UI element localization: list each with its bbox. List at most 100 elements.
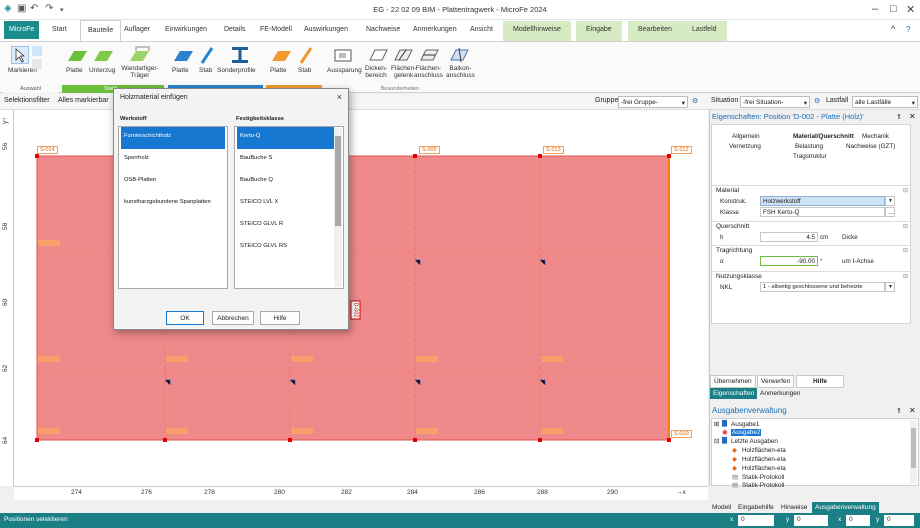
markieren-icon[interactable] bbox=[11, 46, 29, 64]
collapse-icon[interactable]: ⊟ bbox=[903, 187, 908, 194]
tab-eingabehilfe[interactable]: Eingabehilfe bbox=[735, 502, 777, 513]
flaechenanschluss-button[interactable]: Flächen-anschluss bbox=[414, 65, 443, 79]
selektionsfilter-value[interactable]: Alles markierbar bbox=[58, 97, 109, 104]
tree-item[interactable]: Holzflächen-eta bbox=[742, 456, 786, 463]
aussparung-icon[interactable] bbox=[333, 47, 353, 63]
tab-eingabe[interactable]: Eingabe bbox=[576, 21, 622, 41]
tab-lastfeld[interactable]: Lastfeld bbox=[682, 21, 727, 41]
lastfall-select[interactable]: alle Lastfälle ▾ bbox=[852, 96, 918, 108]
flaechenanschluss-icon[interactable] bbox=[419, 47, 439, 63]
scrollbar[interactable] bbox=[334, 128, 342, 287]
group-settings-icon[interactable]: ⚙ bbox=[692, 97, 698, 105]
list-item[interactable]: STEICO GLVL RS bbox=[237, 237, 334, 259]
scrollbar-thumb[interactable] bbox=[335, 136, 341, 226]
unterzug-icon[interactable] bbox=[92, 48, 114, 64]
section-material[interactable]: Material ⊟ bbox=[712, 185, 910, 195]
tab-start[interactable]: Start bbox=[52, 26, 67, 33]
situation-settings-icon[interactable]: ⚙ bbox=[814, 97, 820, 105]
chevron-down-icon[interactable]: ▼ bbox=[885, 196, 895, 206]
tab-modell[interactable]: Modell bbox=[709, 502, 734, 513]
maximize-icon[interactable]: □ bbox=[890, 3, 897, 15]
tab-auflager[interactable]: Auflager bbox=[124, 26, 150, 33]
list-item[interactable]: STEICO LVL X bbox=[237, 193, 334, 215]
platte-blue-button[interactable]: Platte bbox=[172, 67, 189, 74]
pin-icon[interactable]: ⇑ bbox=[896, 407, 902, 415]
dialog-close-icon[interactable]: × bbox=[337, 92, 342, 102]
situation-select[interactable]: -frei Situation- ▾ bbox=[740, 96, 810, 108]
support-label[interactable]: S-014 bbox=[37, 146, 58, 154]
flaechengelenk-button[interactable]: Flächen-gelenk bbox=[391, 65, 416, 79]
support-label[interactable]: S-013 bbox=[543, 146, 564, 154]
tab-bauteile[interactable]: Bauteile bbox=[80, 20, 122, 41]
cancel-button[interactable]: Abbrechen bbox=[212, 311, 254, 325]
select-small-icon-2[interactable] bbox=[32, 59, 42, 69]
minimize-icon[interactable]: – bbox=[872, 3, 878, 15]
tab-material-querschnitt[interactable]: Material/Querschnitt bbox=[793, 133, 854, 140]
list-item[interactable]: Sperrholz bbox=[121, 149, 225, 171]
scrollbar-thumb[interactable] bbox=[911, 428, 916, 468]
tab-hinweise[interactable]: Hinweise bbox=[778, 502, 810, 513]
stab-blue-icon[interactable] bbox=[199, 46, 215, 66]
section-querschnitt[interactable]: Querschnitt ⊟ bbox=[712, 221, 910, 231]
select-small-icon[interactable] bbox=[32, 46, 42, 56]
section-tragrichtung[interactable]: Tragrichtung ⊟ bbox=[712, 245, 910, 255]
tree-item[interactable]: Ausgabe1 bbox=[731, 421, 759, 428]
platte-orange-button[interactable]: Platte bbox=[270, 67, 287, 74]
section-nutzungsklasse[interactable]: Nutzungsklasse ⊟ bbox=[712, 271, 910, 281]
list-item[interactable]: STEICO GLVL R bbox=[237, 215, 334, 237]
dickenbereich-icon[interactable] bbox=[368, 47, 388, 63]
support-label[interactable]: S-012 bbox=[671, 146, 692, 154]
festigkeitsklasse-list[interactable]: Kerto-Q BauBuche S BauBuche Q STEICO LVL… bbox=[234, 126, 344, 289]
balkonanschluss-button[interactable]: Balkon-anschluss bbox=[446, 65, 475, 79]
x-coord-field[interactable]: 0 bbox=[738, 515, 774, 526]
tab-bearbeiten[interactable]: Bearbeiten bbox=[628, 21, 682, 41]
list-item[interactable]: Furnierschichtholz bbox=[121, 127, 225, 149]
aussparung-button[interactable]: Aussparung bbox=[327, 67, 362, 74]
tab-modellhinweise[interactable]: Modellhinweise bbox=[503, 21, 571, 41]
h-input[interactable]: 4.5 bbox=[760, 232, 818, 242]
list-item[interactable]: kunstharzgebundene Spanplatten bbox=[121, 193, 225, 215]
tab-details[interactable]: Details bbox=[224, 26, 245, 33]
close-panel-icon[interactable]: ✕ bbox=[909, 406, 916, 415]
close-icon[interactable]: ✕ bbox=[906, 3, 915, 16]
stab-orange-button[interactable]: Stab bbox=[298, 67, 311, 74]
tree-scrollbar[interactable] bbox=[910, 420, 917, 484]
y-coord-field[interactable]: 0 bbox=[794, 515, 828, 526]
collapse-icon[interactable]: ⊟ bbox=[903, 273, 908, 280]
tab-belastung[interactable]: Belastung bbox=[795, 143, 823, 150]
plate-label[interactable]: D-002 bbox=[350, 300, 361, 320]
collapse-icon[interactable]: ⊟ bbox=[903, 223, 908, 230]
tab-einwirkungen[interactable]: Einwirkungen bbox=[165, 26, 207, 33]
klasse-field[interactable]: FSH Kerto-Q bbox=[760, 207, 885, 217]
platte-orange-icon[interactable] bbox=[270, 48, 292, 64]
alpha-input[interactable]: -90.00 bbox=[760, 256, 818, 266]
tree-item-selected[interactable]: Ausgabe2 bbox=[731, 429, 762, 436]
tree-item[interactable]: Letzte Ausgaben bbox=[731, 438, 778, 445]
drawing-canvas[interactable]: S-014 S-005 S-013 S-012 S-010 D-002 bbox=[0, 110, 708, 486]
y2-coord-field[interactable]: 0 bbox=[884, 515, 914, 526]
werkstoff-list[interactable]: Furnierschichtholz Sperrholz OSB-Platten… bbox=[118, 126, 228, 289]
ellipsis-button[interactable]: … bbox=[885, 207, 895, 217]
tab-eigenschaften[interactable]: Eigenschaften bbox=[710, 388, 758, 399]
tab-anmerkungen[interactable]: Anmerkungen bbox=[413, 26, 457, 33]
tab-ausgabenverwaltung[interactable]: Ausgabenverwaltung bbox=[812, 502, 879, 513]
close-panel-icon[interactable]: ✕ bbox=[909, 112, 916, 121]
expand-icon[interactable]: ⊞ bbox=[714, 421, 719, 428]
tab-anmerkungen-panel[interactable]: Anmerkungen bbox=[757, 388, 803, 399]
tab-vernetzung[interactable]: Vernetzung bbox=[729, 143, 761, 150]
ok-button[interactable]: OK bbox=[166, 311, 204, 325]
tree-item[interactable]: Statik-Protokoll bbox=[742, 474, 784, 481]
tab-fe-modell[interactable]: FE-Modell bbox=[260, 26, 292, 33]
chevron-down-icon[interactable]: ▼ bbox=[885, 282, 895, 292]
tab-mechanik[interactable]: Mechanik bbox=[862, 133, 889, 140]
wandartiger-traeger-icon[interactable] bbox=[128, 46, 150, 64]
list-item[interactable]: BauBuche Q bbox=[237, 171, 334, 193]
sonderprofile-button[interactable]: Sonderprofile bbox=[217, 67, 256, 74]
platte-blue-icon[interactable] bbox=[172, 48, 194, 64]
tab-nachweise-gzt[interactable]: Nachweise (GZT) bbox=[846, 143, 895, 150]
discard-button[interactable]: Verwerfen bbox=[757, 375, 795, 388]
flaechengelenk-icon[interactable] bbox=[393, 47, 413, 63]
tree-item[interactable]: Holzflächen-eta bbox=[742, 465, 786, 472]
help-button[interactable]: Hilfe bbox=[260, 311, 300, 325]
list-item[interactable]: BauBuche S bbox=[237, 149, 334, 171]
